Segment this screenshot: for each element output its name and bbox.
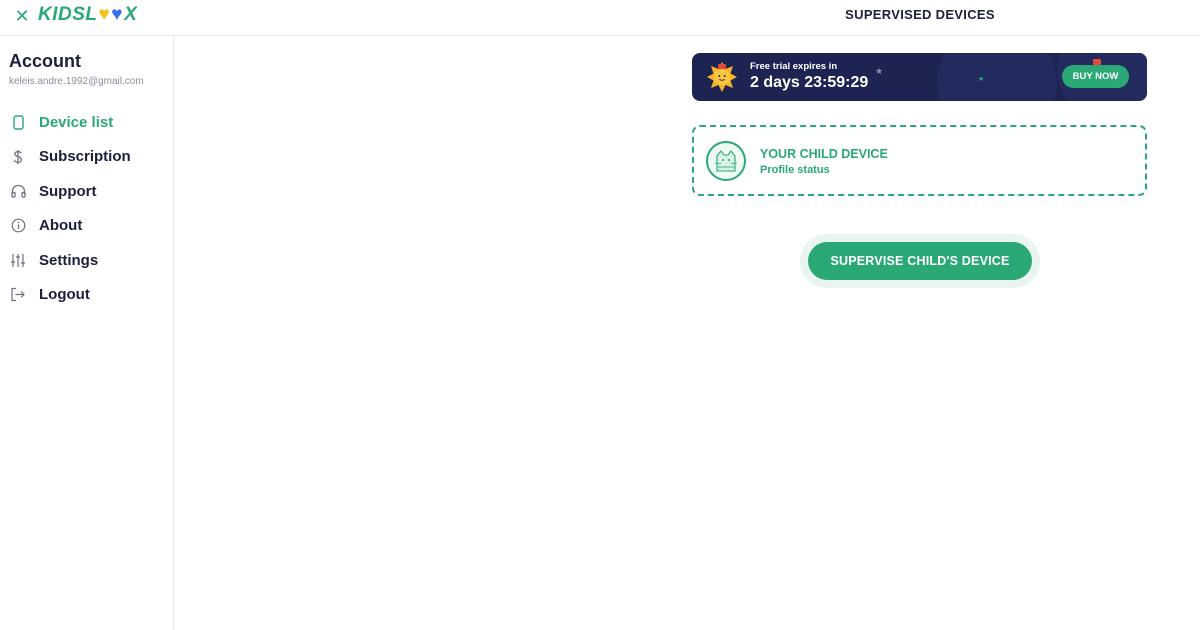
phone-icon <box>10 114 26 130</box>
logo-text-start: KIDSL <box>38 4 98 25</box>
sidebar-item-label: Subscription <box>39 148 131 166</box>
dollar-icon <box>10 149 26 165</box>
page-title: SUPERVISED DEVICES <box>845 7 995 22</box>
sun-mascot-icon <box>707 62 737 92</box>
trial-label: Free trial expires in <box>750 61 838 72</box>
sidebar-item-support[interactable]: Support <box>0 174 174 209</box>
sidebar-item-logout[interactable]: Logout <box>0 278 174 313</box>
child-device-card[interactable]: YOUR CHILD DEVICE Profile status <box>692 125 1147 196</box>
child-device-title: YOUR CHILD DEVICE <box>760 147 888 161</box>
headphones-icon <box>10 183 26 199</box>
trial-countdown: 2 days 23:59:29 <box>750 74 869 91</box>
sidebar-item-label: Device list <box>39 113 114 131</box>
info-icon <box>10 218 26 234</box>
cat-icon <box>714 150 738 172</box>
account-email: keleis.andre.1992@gmail.com <box>9 76 144 87</box>
buy-now-button[interactable]: BUY NOW <box>1062 65 1129 88</box>
top-bar: ✕ KIDSL ♥ ♥ X SUPERVISED DEVICES <box>0 0 1200 36</box>
logo-heart-yellow: ♥ <box>98 4 111 25</box>
logout-icon <box>10 287 26 303</box>
sidebar-item-label: About <box>39 217 83 235</box>
sidebar-item-about[interactable]: About <box>0 209 174 244</box>
sidebar: Account keleis.andre.1992@gmail.com Devi… <box>0 37 174 630</box>
sidebar-item-settings[interactable]: Settings <box>0 243 174 278</box>
sliders-icon <box>10 252 26 268</box>
child-avatar <box>706 141 746 181</box>
sidebar-item-label: Support <box>39 182 97 200</box>
trial-banner: Free trial expires in 2 days 23:59:29 ★ … <box>692 53 1147 101</box>
sidebar-item-device-list[interactable]: Device list <box>0 105 174 140</box>
sidebar-item-subscription[interactable]: Subscription <box>0 140 174 175</box>
sidebar-nav: Device list Subscription Support About S… <box>0 105 174 312</box>
close-icon[interactable]: ✕ <box>12 6 32 26</box>
logo-heart-blue: ♥ <box>111 4 124 25</box>
logo-text-end: X <box>124 4 138 25</box>
account-title: Account <box>9 51 81 71</box>
star-icon: ★ <box>978 76 985 83</box>
supervise-child-device-button[interactable]: SUPERVISE CHILD'S DEVICE <box>808 242 1032 280</box>
profile-status-label: Profile status <box>760 164 830 176</box>
kidslox-logo: KIDSL ♥ ♥ X <box>38 4 137 26</box>
banner-decoration <box>937 53 1057 101</box>
sidebar-item-label: Logout <box>39 286 90 304</box>
star-icon: ★ <box>875 66 884 76</box>
sidebar-item-label: Settings <box>39 251 99 269</box>
